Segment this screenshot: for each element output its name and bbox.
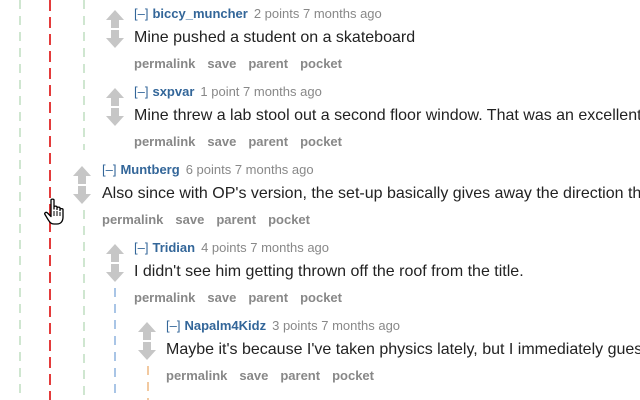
collapse-toggle[interactable]: [–] [134,6,148,21]
parent-link[interactable]: parent [248,56,288,71]
comment-actions: permalink save parent pocket [166,368,386,383]
permalink-link[interactable]: permalink [134,290,195,305]
downvote-arrow-icon[interactable] [105,107,125,127]
parent-link[interactable]: parent [280,368,320,383]
permalink-link[interactable]: permalink [134,56,195,71]
save-link[interactable]: save [207,56,236,71]
upvote-arrow-icon[interactable] [105,87,125,107]
author-link[interactable]: Tridian [152,240,195,255]
score-and-age: 4 points 7 months ago [201,240,330,255]
comment-tagline: [–] biccy_muncher 2 points 7 months ago [134,6,382,21]
save-link[interactable]: save [175,212,204,227]
collapse-toggle[interactable]: [–] [134,240,148,255]
score-and-age: 6 points 7 months ago [185,162,314,177]
collapse-toggle[interactable]: [–] [166,318,180,333]
comment-tagline: [–] sxpvar 1 point 7 months ago [134,84,322,99]
comment-biccy-muncher: [–] biccy_muncher 2 points 7 months ago Mi… [0,0,640,78]
permalink-link[interactable]: permalink [166,368,227,383]
comment-body: I didn't see him getting thrown off the … [134,263,524,280]
score-and-age: 1 point 7 months ago [200,84,322,99]
parent-link[interactable]: parent [248,290,288,305]
score-and-age: 3 points 7 months ago [272,318,401,333]
pocket-link[interactable]: pocket [300,56,342,71]
permalink-link[interactable]: permalink [134,134,195,149]
downvote-arrow-icon[interactable] [137,341,157,361]
vote-arrows [72,165,92,211]
author-link[interactable]: sxpvar [152,84,194,99]
vote-arrows [105,9,125,55]
vote-arrows [137,321,157,367]
comment-actions: permalink save parent pocket [134,290,354,305]
comment-body: Maybe it's because I've taken physics la… [166,341,640,358]
comment-muntberg: [–] Muntberg 6 points 7 months ago Also si… [0,156,640,234]
comment-tridian: [–] Tridian 4 points 7 months ago I didn't… [0,234,640,312]
comment-actions: permalink save parent pocket [134,56,354,71]
pocket-link[interactable]: pocket [332,368,374,383]
downvote-arrow-icon[interactable] [105,29,125,49]
upvote-arrow-icon[interactable] [137,321,157,341]
pocket-link[interactable]: pocket [268,212,310,227]
author-link[interactable]: biccy_muncher [152,6,247,21]
save-link[interactable]: save [239,368,268,383]
comment-tagline: [–] Napalm4Kidz 3 points 7 months ago [166,318,400,333]
comment-body: Also since with OP's version, the set-up… [102,185,640,202]
comment-napalm4kidz: [–] Napalm4Kidz 3 points 7 months ago Mayb… [0,312,640,390]
pocket-link[interactable]: pocket [300,290,342,305]
hand-pointer-cursor-icon [44,198,64,225]
score-and-age: 2 points 7 months ago [253,6,382,21]
comment-tagline: [–] Tridian 4 points 7 months ago [134,240,329,255]
permalink-link[interactable]: permalink [102,212,163,227]
collapse-toggle[interactable]: [–] [102,162,116,177]
vote-arrows [105,87,125,133]
comment-actions: permalink save parent pocket [134,134,354,149]
comment-body: Mine threw a lab stool out a second floo… [134,107,640,124]
upvote-arrow-icon[interactable] [105,9,125,29]
save-link[interactable]: save [207,134,236,149]
upvote-arrow-icon[interactable] [105,243,125,263]
comment-tagline: [–] Muntberg 6 points 7 months ago [102,162,314,177]
save-link[interactable]: save [207,290,236,305]
comment-body: Mine pushed a student on a skateboard [134,29,416,46]
pocket-link[interactable]: pocket [300,134,342,149]
author-link[interactable]: Muntberg [120,162,179,177]
upvote-arrow-icon[interactable] [72,165,92,185]
comment-actions: permalink save parent pocket [102,212,322,227]
vote-arrows [105,243,125,289]
downvote-arrow-icon[interactable] [72,185,92,205]
parent-link[interactable]: parent [216,212,256,227]
author-link[interactable]: Napalm4Kidz [184,318,266,333]
parent-link[interactable]: parent [248,134,288,149]
collapse-toggle[interactable]: [–] [134,84,148,99]
comment-sxpvar: [–] sxpvar 1 point 7 months ago Mine threw… [0,78,640,156]
downvote-arrow-icon[interactable] [105,263,125,283]
